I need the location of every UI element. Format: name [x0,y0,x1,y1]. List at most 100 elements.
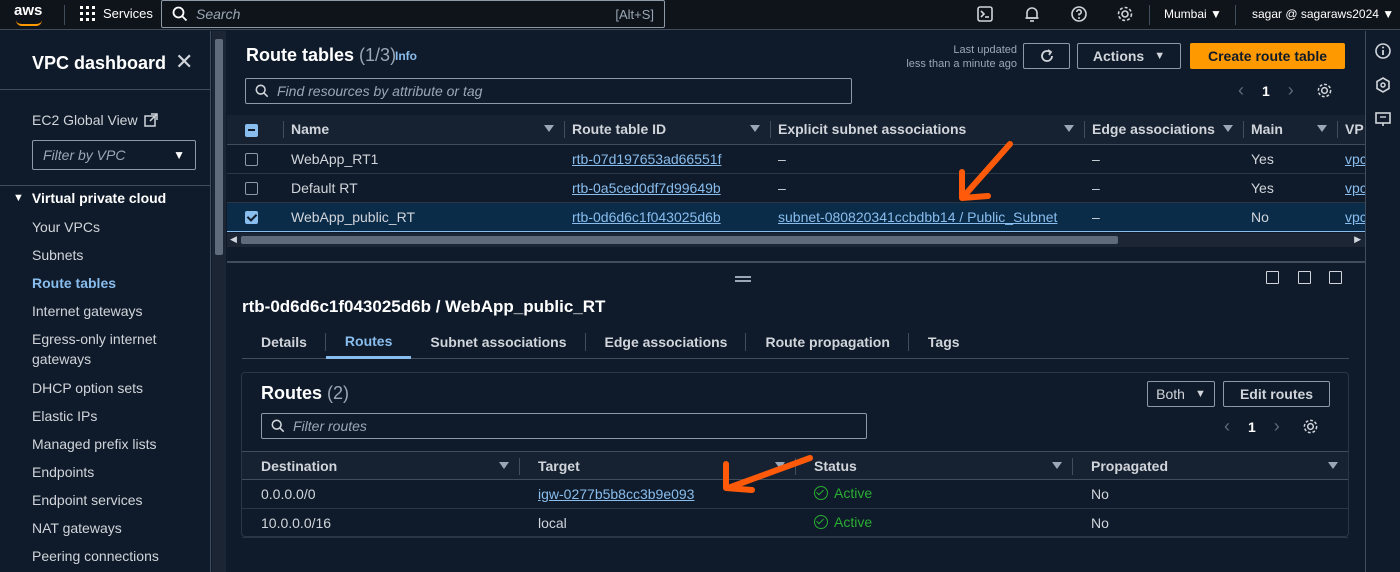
sidebar-scrollbar[interactable] [212,31,226,572]
page-number[interactable]: 1 [1262,83,1270,99]
route-filter-select[interactable]: Both ▼ [1147,381,1215,407]
chevron-right-icon[interactable]: › [1288,80,1294,101]
edit-routes-button[interactable]: Edit routes [1223,381,1330,407]
sidebar-item-your-vpcs[interactable]: Your VPCs [32,217,202,237]
column-header-destination[interactable]: Destination [242,451,519,480]
table-horizontal-scrollbar[interactable]: ◀ ▶ [227,233,1365,247]
select-all-checkbox[interactable] [245,124,258,138]
filter-by-vpc-select[interactable]: Filter by VPC ▼ [32,140,196,170]
cloudshell-icon[interactable] [976,5,994,23]
subnet-association-link[interactable]: subnet-080820341ccbdbb14 / Public_Subnet [778,209,1057,225]
sidebar-item-endpoint-services[interactable]: Endpoint services [32,490,202,510]
cell-route-table-id: rtb-0a5ced0df7d99649b [564,173,770,203]
column-header-vpc[interactable]: VP [1337,115,1365,145]
refresh-button[interactable] [1023,43,1070,69]
sidebar-item-managed-prefix-lists[interactable]: Managed prefix lists [32,434,202,454]
filter-routes-input[interactable]: Filter routes [261,413,867,439]
vpc-link[interactable]: vpc [1345,180,1365,196]
panel-hide-icon[interactable] [1329,271,1342,284]
column-header-edge-associations[interactable]: Edge associations [1084,115,1243,145]
column-header-route-table-id[interactable]: Route table ID [564,115,770,145]
sidebar-item-elastic-ips[interactable]: Elastic IPs [32,406,202,426]
screen-share-icon[interactable] [1375,111,1391,127]
vpc-link[interactable]: vpc [1345,209,1365,225]
column-header-target[interactable]: Target [519,451,795,480]
tab-subnet-associations[interactable]: Subnet associations [411,325,586,359]
region-selector[interactable]: Mumbai ▼ [1164,7,1222,21]
column-header-explicit-subnet-associations[interactable]: Explicit subnet associations [770,115,1084,145]
find-resources-input[interactable]: Find resources by attribute or tag [245,78,852,104]
table-row[interactable]: WebApp_RT1 rtb-07d197653ad66551f – – Yes… [227,144,1365,174]
close-icon[interactable]: ✕ [175,51,193,73]
sidebar-item-nat-gateways[interactable]: NAT gateways [32,518,202,538]
cell-edge-associations: – [1084,173,1243,203]
sidebar-title[interactable]: VPC dashboard [32,53,166,74]
cell-main: Yes [1243,173,1337,203]
table-row[interactable]: Default RT rtb-0a5ced0df7d99649b – – Yes… [227,173,1365,203]
route-table-id-link[interactable]: rtb-0a5ced0df7d99649b [572,180,721,196]
cell-name: WebApp_public_RT [283,201,564,232]
sidebar-item-egress-only-internet-gateways[interactable]: Egress-only internet gateways [32,329,172,369]
caret-down-icon: ▼ [1210,7,1222,21]
column-header-label: Explicit subnet associations [778,121,967,138]
row-checkbox[interactable] [245,182,258,196]
global-search-input[interactable]: Search [Alt+S] [161,0,665,28]
account-menu[interactable]: sagar @ sagaraws2024 ▼ [1252,7,1394,21]
create-route-table-button[interactable]: Create route table [1190,43,1345,69]
table-header-row: Name Route table ID Explicit subnet asso… [227,115,1365,145]
resize-handle-icon[interactable] [735,276,751,282]
sidebar-item-endpoints[interactable]: Endpoints [32,462,202,482]
aws-logo[interactable]: aws [14,2,42,19]
page-number[interactable]: 1 [1248,419,1256,435]
notifications-bell-icon[interactable] [1023,5,1041,23]
column-header-status[interactable]: Status [795,451,1072,480]
row-checkbox[interactable] [245,211,258,225]
table-row-selected[interactable]: WebApp_public_RT rtb-0d6d6c1f043025d6b s… [227,201,1365,232]
pagination: ‹ 1 › [1238,80,1333,101]
scroll-left-icon[interactable]: ◀ [230,234,237,245]
route-tables-table: Name Route table ID Explicit subnet asso… [227,115,1365,232]
panel-side-icon[interactable] [1298,271,1311,284]
scrollbar-thumb[interactable] [215,39,223,255]
sidebar-item-dhcp-option-sets[interactable]: DHCP option sets [32,378,202,398]
sidebar-section-virtual-private-cloud[interactable]: ▼ Virtual private cloud [13,190,166,206]
help-icon[interactable] [1070,5,1088,23]
column-header-name[interactable]: Name [283,115,564,145]
filter-placeholder: Filter by VPC [43,147,126,163]
tab-edge-associations[interactable]: Edge associations [586,325,747,359]
tab-details[interactable]: Details [242,325,326,359]
tab-tags[interactable]: Tags [909,325,979,359]
row-checkbox[interactable] [245,153,258,167]
preferences-gear-icon[interactable] [1302,418,1319,435]
scroll-right-icon[interactable]: ▶ [1354,234,1361,245]
preferences-gear-icon[interactable] [1316,82,1333,99]
chevron-left-icon[interactable]: ‹ [1238,80,1244,101]
scrollbar-thumb[interactable] [241,236,1118,244]
row-checkbox-cell [227,173,283,203]
column-header-propagated[interactable]: Propagated [1072,451,1348,480]
services-menu-button[interactable]: Services [80,6,153,21]
sidebar-item-ec2-global-view[interactable]: EC2 Global View [32,112,158,128]
chevron-left-icon[interactable]: ‹ [1224,416,1230,437]
panel-bottom-icon[interactable] [1266,271,1279,284]
settings-gear-icon[interactable] [1116,5,1134,23]
column-header-main[interactable]: Main [1243,115,1337,145]
info-link[interactable]: Info [395,49,417,63]
sidebar-item-route-tables[interactable]: Route tables [32,273,202,293]
chevron-right-icon[interactable]: › [1274,416,1280,437]
tab-route-propagation[interactable]: Route propagation [746,325,909,359]
column-header-label: Main [1251,121,1283,138]
sidebar-item-internet-gateways[interactable]: Internet gateways [32,301,202,321]
tab-routes[interactable]: Routes [325,325,412,359]
vpc-link[interactable]: vpc [1345,151,1365,167]
actions-button[interactable]: Actions ▼ [1077,43,1181,69]
cell-main: Yes [1243,144,1337,174]
internet-gateway-link[interactable]: igw-0277b5b8cc3b9e093 [538,486,694,502]
route-table-id-link[interactable]: rtb-07d197653ad66551f [572,151,721,167]
feedback-hexagon-icon[interactable] [1375,77,1391,93]
sidebar-item-subnets[interactable]: Subnets [32,245,202,265]
sidebar-item-peering-connections[interactable]: Peering connections [32,546,202,566]
last-updated-label: Last updated [953,44,1017,56]
route-table-id-link[interactable]: rtb-0d6d6c1f043025d6b [572,209,721,225]
info-icon[interactable] [1375,43,1391,59]
